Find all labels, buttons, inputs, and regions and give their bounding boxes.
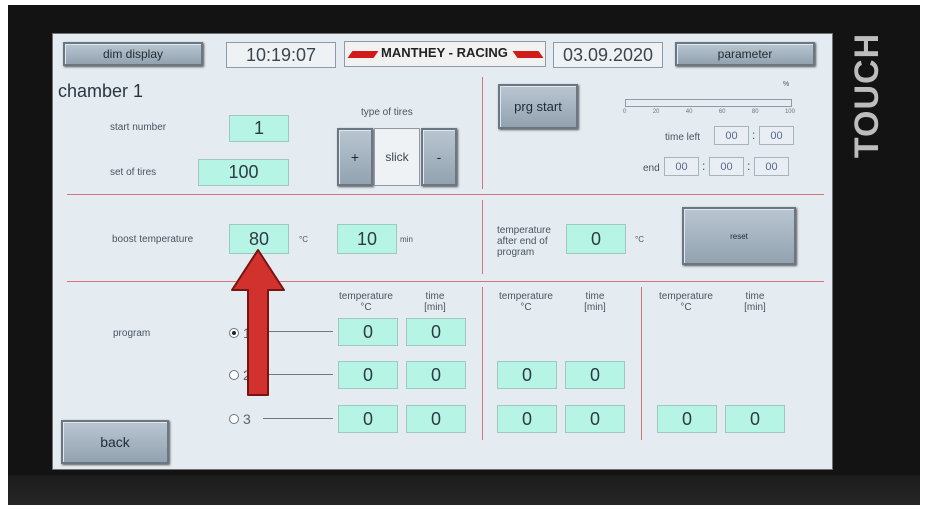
program-row-2-line	[263, 374, 333, 375]
divider-1	[67, 194, 824, 195]
radio-icon	[229, 370, 239, 380]
boost-temperature-field[interactable]: 80	[229, 224, 289, 254]
tire-type-minus-button[interactable]: -	[421, 128, 457, 186]
boost-minutes-field[interactable]: 10	[337, 224, 397, 254]
monitor-brand-label: TOUCH	[848, 32, 887, 158]
reset-button[interactable]: reset	[682, 207, 796, 265]
progress-tick: 80	[751, 109, 759, 115]
tire-type-plus-button[interactable]: +	[337, 128, 373, 186]
end-minutes: 00	[709, 157, 744, 176]
after-end-temperature-unit: °C	[635, 235, 644, 244]
logo-stripe-left	[347, 51, 379, 58]
progress-percent-sign: %	[783, 81, 790, 88]
monitor-bezel-bottom	[8, 475, 920, 505]
start-number-label: start number	[110, 122, 167, 133]
program-option-1[interactable]: 1	[229, 325, 251, 341]
type-of-tires-label: type of tires	[361, 107, 413, 118]
date-display: 03.09.2020	[553, 42, 663, 68]
program-option-label: 3	[243, 411, 251, 427]
upper-vertical-divider	[482, 77, 483, 189]
program-row-1-line	[263, 331, 333, 332]
step3-temperature-header: temperature °C	[651, 291, 721, 313]
boost-temperature-unit: °C	[299, 235, 308, 244]
program-1-step-1-temperature[interactable]: 0	[338, 318, 398, 346]
program-label: program	[113, 328, 151, 339]
progress-tick: 20	[652, 109, 660, 115]
chamber-title: chamber 1	[58, 81, 144, 101]
step1-time-header: time [min]	[405, 291, 465, 313]
progress-bar	[625, 99, 792, 107]
boost-minutes-unit: min	[400, 235, 413, 244]
progress-ticks: 0 20 40 60 80 100	[623, 109, 795, 119]
prg-start-button[interactable]: prg start	[498, 84, 578, 129]
end-label: end	[643, 163, 660, 174]
header-text: temperature	[339, 291, 393, 302]
header-text: time	[585, 291, 605, 302]
middle-vertical-divider	[482, 200, 483, 274]
program-3-step-2-time[interactable]: 0	[565, 405, 625, 433]
program-3-step-1-time[interactable]: 0	[406, 405, 466, 433]
end-seconds: 00	[754, 157, 789, 176]
program-option-label: 2	[243, 367, 251, 383]
program-2-step-2-temperature[interactable]: 0	[497, 361, 557, 389]
program-3-step-3-time[interactable]: 0	[725, 405, 785, 433]
program-3-step-1-temperature[interactable]: 0	[338, 405, 398, 433]
end-colon-1: :	[702, 159, 706, 173]
progress-tick: 100	[784, 109, 795, 115]
touch-screen: dim display 10:19:07 MANTHEY - RACING 03…	[52, 33, 833, 470]
header-text: temperature	[659, 291, 713, 302]
header-unit: °C	[520, 302, 532, 313]
time-left-colon: :	[752, 128, 756, 142]
header-unit: [min]	[584, 302, 606, 313]
set-of-tires-field[interactable]: 100	[198, 159, 289, 186]
header-unit: [min]	[424, 302, 446, 313]
program-3-step-2-temperature[interactable]: 0	[497, 405, 557, 433]
dim-display-button[interactable]: dim display	[63, 42, 203, 66]
back-button[interactable]: back	[61, 420, 169, 464]
program-1-step-1-time[interactable]: 0	[406, 318, 466, 346]
tire-type-display: slick	[374, 128, 420, 186]
step2-temperature-header: temperature °C	[491, 291, 561, 313]
time-left-label: time left	[665, 132, 701, 143]
time-left-minutes: 00	[759, 126, 794, 145]
program-3-step-3-temperature[interactable]: 0	[657, 405, 717, 433]
step1-temperature-header: temperature °C	[331, 291, 401, 313]
program-row-3-line	[263, 418, 333, 419]
program-option-label: 1	[243, 325, 251, 341]
progress-tick: 0	[623, 109, 627, 115]
header-unit: °C	[360, 302, 372, 313]
program-2-step-1-time[interactable]: 0	[406, 361, 466, 389]
start-number-field[interactable]: 1	[229, 115, 289, 142]
progress-tick: 60	[718, 109, 726, 115]
header-text: time	[425, 291, 445, 302]
program-option-2[interactable]: 2	[229, 367, 251, 383]
logo-stripe-right	[512, 51, 544, 58]
header-text: time	[745, 291, 765, 302]
parameter-button[interactable]: parameter	[675, 42, 815, 66]
step2-time-header: time [min]	[565, 291, 625, 313]
header-text: temperature	[499, 291, 553, 302]
step3-time-header: time [min]	[725, 291, 785, 313]
progress-tick: 40	[685, 109, 693, 115]
time-left-hours: 00	[714, 126, 749, 145]
program-2-step-2-time[interactable]: 0	[565, 361, 625, 389]
after-end-temperature-label: temperature after end of program	[497, 225, 551, 258]
set-of-tires-label: set of tires	[110, 167, 157, 178]
radio-icon	[229, 414, 239, 424]
after-end-temperature-field[interactable]: 0	[566, 224, 626, 254]
end-hours: 00	[664, 157, 699, 176]
radio-selected-icon	[229, 328, 239, 338]
clock-display: 10:19:07	[226, 42, 336, 68]
header-unit: °C	[680, 302, 692, 313]
program-divider-2	[641, 287, 642, 440]
divider-2	[67, 281, 824, 282]
program-option-3[interactable]: 3	[229, 411, 251, 427]
brand-logo: MANTHEY - RACING	[344, 41, 546, 67]
logo-text: MANTHEY - RACING	[381, 45, 508, 60]
program-divider-1	[482, 287, 483, 440]
boost-temperature-label: boost temperature	[112, 234, 194, 245]
program-2-step-1-temperature[interactable]: 0	[338, 361, 398, 389]
end-colon-2: :	[747, 159, 751, 173]
header-unit: [min]	[744, 302, 766, 313]
